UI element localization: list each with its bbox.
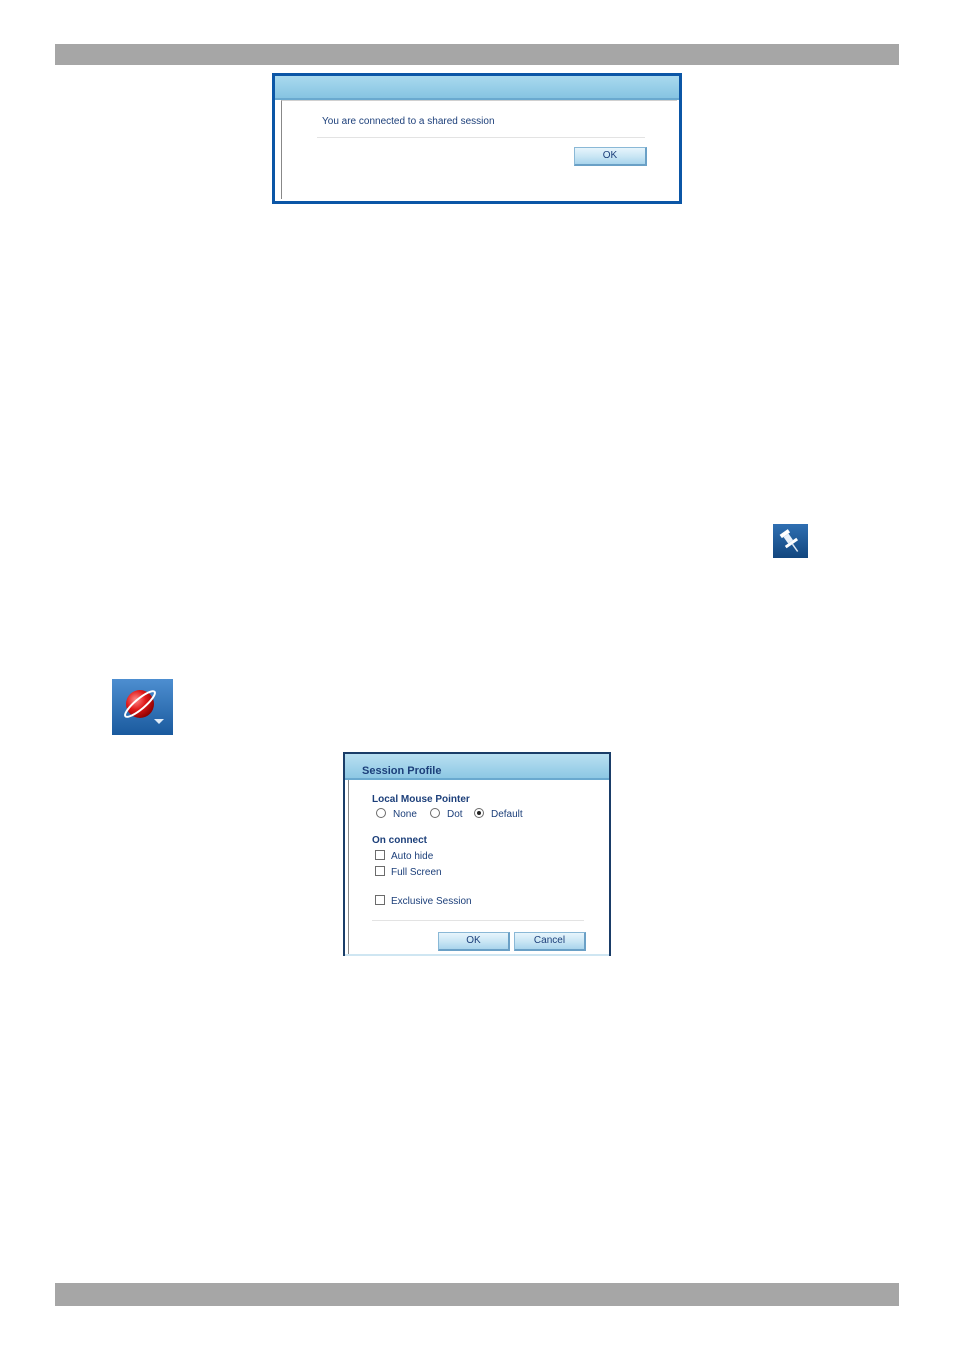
shared-session-dialog: You are connected to a shared session OK: [272, 73, 682, 204]
radio-dot[interactable]: [430, 808, 440, 818]
radio-default-label: Default: [491, 809, 523, 820]
ok-button[interactable]: OK: [438, 932, 510, 951]
dialog-bottom-edge: [345, 954, 609, 956]
radio-none[interactable]: [376, 808, 386, 818]
pin-icon[interactable]: [773, 524, 808, 558]
dialog-title-bar: Session Profile: [345, 754, 609, 780]
radio-default[interactable]: [474, 808, 484, 818]
page-header-bar: [55, 44, 899, 65]
dialog-divider: [372, 920, 584, 921]
radio-none-label: None: [393, 809, 417, 820]
cancel-button[interactable]: Cancel: [514, 932, 586, 951]
on-connect-section-label: On connect: [372, 835, 428, 846]
radio-dot-label: Dot: [447, 809, 463, 820]
pin-icon-glyph: [779, 529, 799, 552]
session-profile-dialog: Session Profile Local Mouse Pointer None…: [343, 752, 611, 956]
exclusive-session-checkbox[interactable]: [375, 895, 385, 905]
page-footer-bar: [55, 1283, 899, 1306]
auto-hide-checkbox[interactable]: [375, 850, 385, 860]
mouse-pointer-section-label: Local Mouse Pointer: [372, 794, 470, 805]
globe-icon-glyph: [124, 690, 164, 724]
dialog-body: Local Mouse Pointer None Dot Default On …: [348, 780, 606, 956]
ok-button[interactable]: OK: [574, 147, 647, 166]
exclusive-session-label: Exclusive Session: [391, 896, 472, 907]
full-screen-label: Full Screen: [391, 867, 442, 878]
globe-menu-icon[interactable]: [112, 679, 173, 735]
shared-session-message: You are connected to a shared session: [322, 116, 495, 127]
auto-hide-label: Auto hide: [391, 851, 434, 862]
dialog-body: You are connected to a shared session OK: [281, 100, 677, 199]
dialog-title-bar: [275, 76, 679, 100]
full-screen-checkbox[interactable]: [375, 866, 385, 876]
dialog-title: Session Profile: [362, 765, 442, 777]
dialog-divider: [317, 137, 645, 138]
